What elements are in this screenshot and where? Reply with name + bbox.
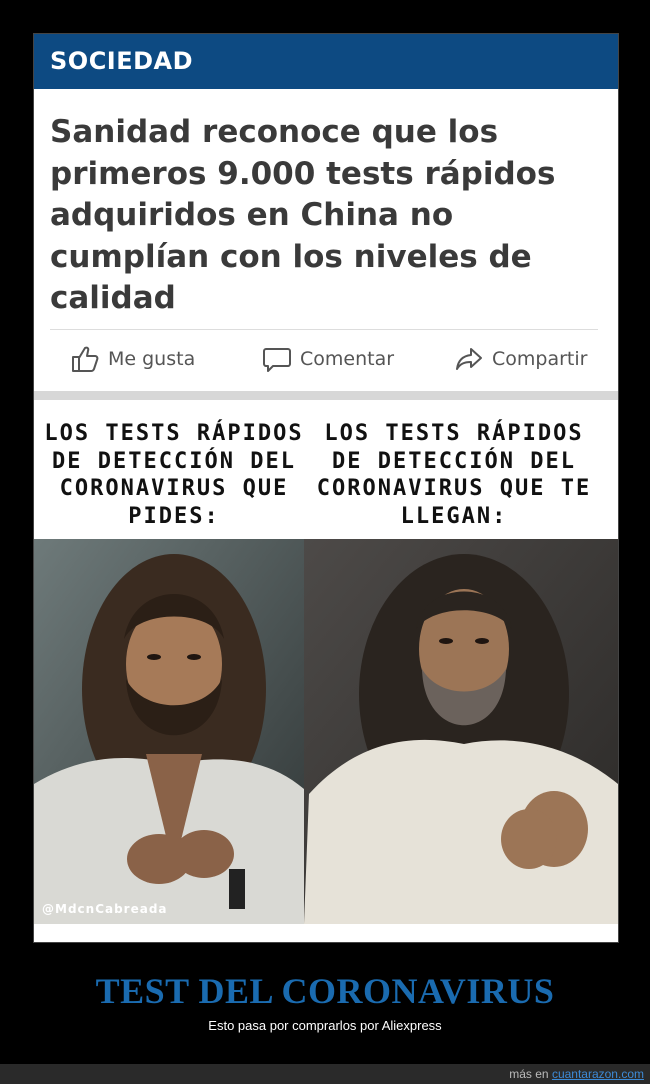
footer-text: más en cuantarazon.com	[509, 1067, 644, 1081]
section-banner: SOCIEDAD	[34, 34, 618, 89]
section-label: SOCIEDAD	[50, 47, 194, 75]
site-link[interactable]: cuantarazon.com	[552, 1067, 644, 1081]
post-title: TEST DEL CORONAVIRUS	[95, 971, 555, 1011]
like-label: Me gusta	[108, 348, 196, 370]
share-button[interactable]: Compartir	[454, 344, 587, 374]
share-arrow-icon	[456, 348, 482, 370]
article-headline: Sanidad reconoce que los primeros 9.000 …	[50, 114, 556, 316]
section-separator	[34, 391, 618, 400]
share-label: Compartir	[492, 348, 588, 370]
footer-bar: más en cuantarazon.com	[0, 1064, 650, 1084]
left-portrait-photo: @MdcnCabreada	[34, 539, 304, 924]
comment-label: Comentar	[300, 348, 395, 370]
watermark-handle: @MdcnCabreada	[42, 902, 168, 916]
speech-bubble-icon	[263, 348, 291, 372]
comment-button[interactable]: Comentar	[262, 344, 394, 374]
social-actions-bar: Me gusta Comentar Compartir	[34, 332, 618, 390]
thumbs-up-icon	[72, 346, 99, 372]
right-panel-caption: LOS TESTS RÁPIDOS DE DETECCIÓN DEL CORON…	[316, 421, 592, 529]
footer-prefix: más en	[509, 1067, 549, 1081]
meme-image-frame: SOCIEDAD Sanidad reconoce que los primer…	[33, 33, 619, 943]
divider	[50, 329, 598, 330]
left-panel-caption: LOS TESTS RÁPIDOS DE DETECCIÓN DEL CORON…	[44, 421, 304, 529]
post-subtitle: Esto pasa por comprarlos por Aliexpress	[208, 1018, 442, 1033]
like-button[interactable]: Me gusta	[70, 344, 195, 374]
right-portrait-photo	[304, 539, 618, 924]
